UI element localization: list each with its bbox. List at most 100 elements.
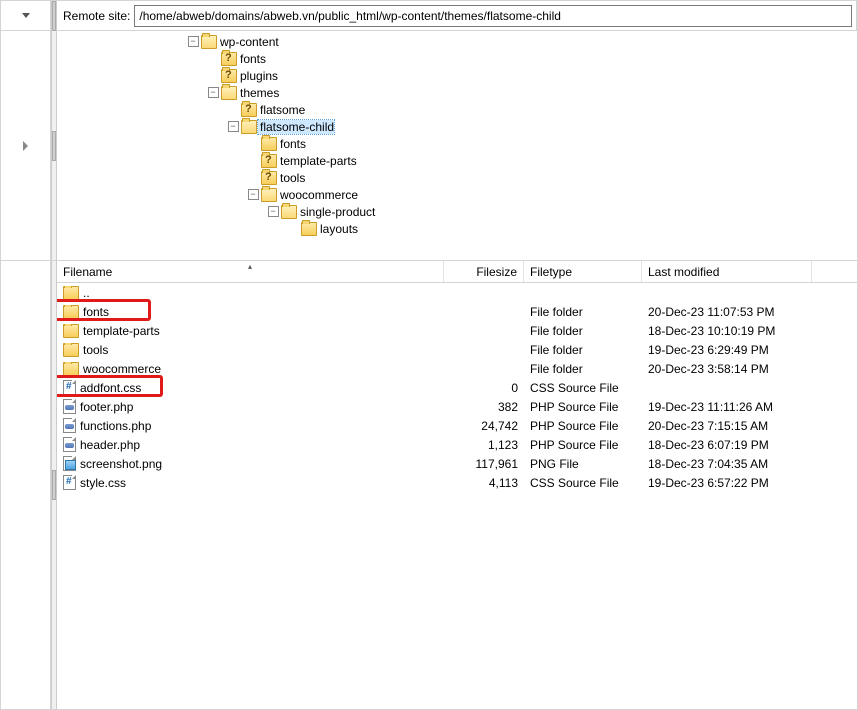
tree-node[interactable]: fonts	[57, 135, 857, 152]
cell-filesize: 24,742	[444, 419, 524, 433]
local-tree-collapsed	[1, 31, 51, 260]
tree-node[interactable]: wp-content	[57, 33, 857, 50]
folder-icon	[261, 137, 277, 151]
column-header-filesize[interactable]: Filesize	[444, 261, 524, 282]
column-label: Filename	[63, 265, 112, 279]
cell-filetype: File folder	[524, 362, 642, 376]
sort-ascending-icon: ▴	[248, 262, 252, 271]
file-row[interactable]: fontsFile folder20-Dec-23 11:07:53 PM	[57, 302, 857, 321]
tree-node-label: template-parts	[278, 154, 357, 168]
file-row[interactable]: style.css4,113CSS Source File19-Dec-23 6…	[57, 473, 857, 492]
filename-label: ..	[83, 286, 90, 300]
filename-label: fonts	[83, 305, 109, 319]
column-header-filetype[interactable]: Filetype	[524, 261, 642, 282]
cell-filename: template-parts	[57, 324, 444, 338]
png-file-icon	[63, 456, 76, 471]
tree-node-label: layouts	[318, 222, 358, 236]
collapse-icon[interactable]	[227, 121, 239, 133]
cell-lastmodified: 19-Dec-23 6:57:22 PM	[642, 476, 812, 490]
folder-unknown-icon	[261, 171, 277, 185]
file-row[interactable]: header.php1,123PHP Source File18-Dec-23 …	[57, 435, 857, 454]
tree-node[interactable]: tools	[57, 169, 857, 186]
folder-unknown-icon	[221, 69, 237, 83]
folder-icon	[63, 324, 79, 338]
local-site-collapsed	[1, 1, 51, 30]
tree-node[interactable]: flatsome	[57, 101, 857, 118]
folder-icon	[301, 222, 317, 236]
remote-path-input[interactable]	[134, 5, 852, 27]
tree-node[interactable]: single-product	[57, 203, 857, 220]
cell-filesize: 382	[444, 400, 524, 414]
folder-open-icon	[201, 35, 217, 49]
filename-label: functions.php	[80, 419, 151, 433]
tree-node[interactable]: layouts	[57, 220, 857, 237]
file-row[interactable]: ..	[57, 283, 857, 302]
cell-lastmodified: 19-Dec-23 11:11:26 AM	[642, 400, 812, 414]
tree-node-label: themes	[238, 86, 279, 100]
collapse-icon[interactable]	[267, 206, 279, 218]
tree-node-label: fonts	[238, 52, 266, 66]
cell-filetype: File folder	[524, 305, 642, 319]
tree-node[interactable]: plugins	[57, 67, 857, 84]
collapse-icon[interactable]	[207, 87, 219, 99]
cell-filetype: PNG File	[524, 457, 642, 471]
collapse-icon[interactable]	[187, 36, 199, 48]
no-expander	[247, 172, 259, 184]
cell-lastmodified: 18-Dec-23 10:10:19 PM	[642, 324, 812, 338]
file-row[interactable]: addfont.css0CSS Source File	[57, 378, 857, 397]
tree-indent	[57, 67, 207, 84]
tree-node-label: flatsome-child	[258, 120, 334, 134]
folder-open-icon	[261, 188, 277, 202]
file-list-scroll[interactable]: ..fontsFile folder20-Dec-23 11:07:53 PMt…	[57, 283, 857, 709]
cell-lastmodified: 20-Dec-23 7:15:15 AM	[642, 419, 812, 433]
tree-node[interactable]: woocommerce	[57, 186, 857, 203]
tree-indent	[57, 50, 207, 67]
tree-node[interactable]: fonts	[57, 50, 857, 67]
cell-lastmodified: 18-Dec-23 6:07:19 PM	[642, 438, 812, 452]
column-label: Last modified	[648, 265, 719, 279]
folder-icon	[63, 286, 79, 300]
column-header-filename[interactable]: Filename ▴	[57, 261, 444, 282]
tree-indent	[57, 220, 287, 237]
tree-node[interactable]: themes	[57, 84, 857, 101]
no-expander	[287, 223, 299, 235]
tree-node-label: single-product	[298, 205, 375, 219]
remote-site-bar: Remote site:	[57, 1, 857, 30]
file-row[interactable]: functions.php24,742PHP Source File20-Dec…	[57, 416, 857, 435]
tree-indent	[57, 169, 247, 186]
filename-label: header.php	[80, 438, 140, 452]
cell-filename: ..	[57, 286, 444, 300]
tree-indent	[57, 135, 247, 152]
tree-node-label: flatsome	[258, 103, 305, 117]
remote-site-label: Remote site:	[61, 9, 134, 23]
php-file-icon	[63, 399, 76, 414]
file-row[interactable]: toolsFile folder19-Dec-23 6:29:49 PM	[57, 340, 857, 359]
file-row[interactable]: template-partsFile folder18-Dec-23 10:10…	[57, 321, 857, 340]
cell-filename: screenshot.png	[57, 456, 444, 471]
tree-node[interactable]: template-parts	[57, 152, 857, 169]
cell-filename: woocommerce	[57, 362, 444, 376]
cell-filename: functions.php	[57, 418, 444, 433]
local-dropdown-button[interactable]	[19, 8, 33, 24]
tree-section: wp-contentfontspluginsthemesflatsomeflat…	[1, 31, 857, 261]
filename-label: style.css	[80, 476, 126, 490]
php-file-icon	[63, 437, 76, 452]
local-files-collapsed	[1, 261, 51, 709]
tree-node-label: fonts	[278, 137, 306, 151]
tree-indent	[57, 118, 227, 135]
tree-node-label: tools	[278, 171, 305, 185]
remote-file-panel: Filename ▴ Filesize Filetype Last modifi…	[57, 261, 857, 709]
cell-filesize: 117,961	[444, 457, 524, 471]
filename-label: footer.php	[80, 400, 133, 414]
column-header-lastmodified[interactable]: Last modified	[642, 261, 812, 282]
tree-node[interactable]: flatsome-child	[57, 118, 857, 135]
cell-lastmodified: 20-Dec-23 3:58:14 PM	[642, 362, 812, 376]
file-row[interactable]: woocommerce File folder20-Dec-23 3:58:14 …	[57, 359, 857, 378]
tree-indent	[57, 152, 247, 169]
file-row[interactable]: screenshot.png117,961PNG File18-Dec-23 7…	[57, 454, 857, 473]
collapse-icon[interactable]	[247, 189, 259, 201]
file-row[interactable]: footer.php382PHP Source File19-Dec-23 11…	[57, 397, 857, 416]
cell-filetype: File folder	[524, 343, 642, 357]
remote-directory-tree[interactable]: wp-contentfontspluginsthemesflatsomeflat…	[57, 31, 857, 260]
folder-unknown-icon	[241, 103, 257, 117]
